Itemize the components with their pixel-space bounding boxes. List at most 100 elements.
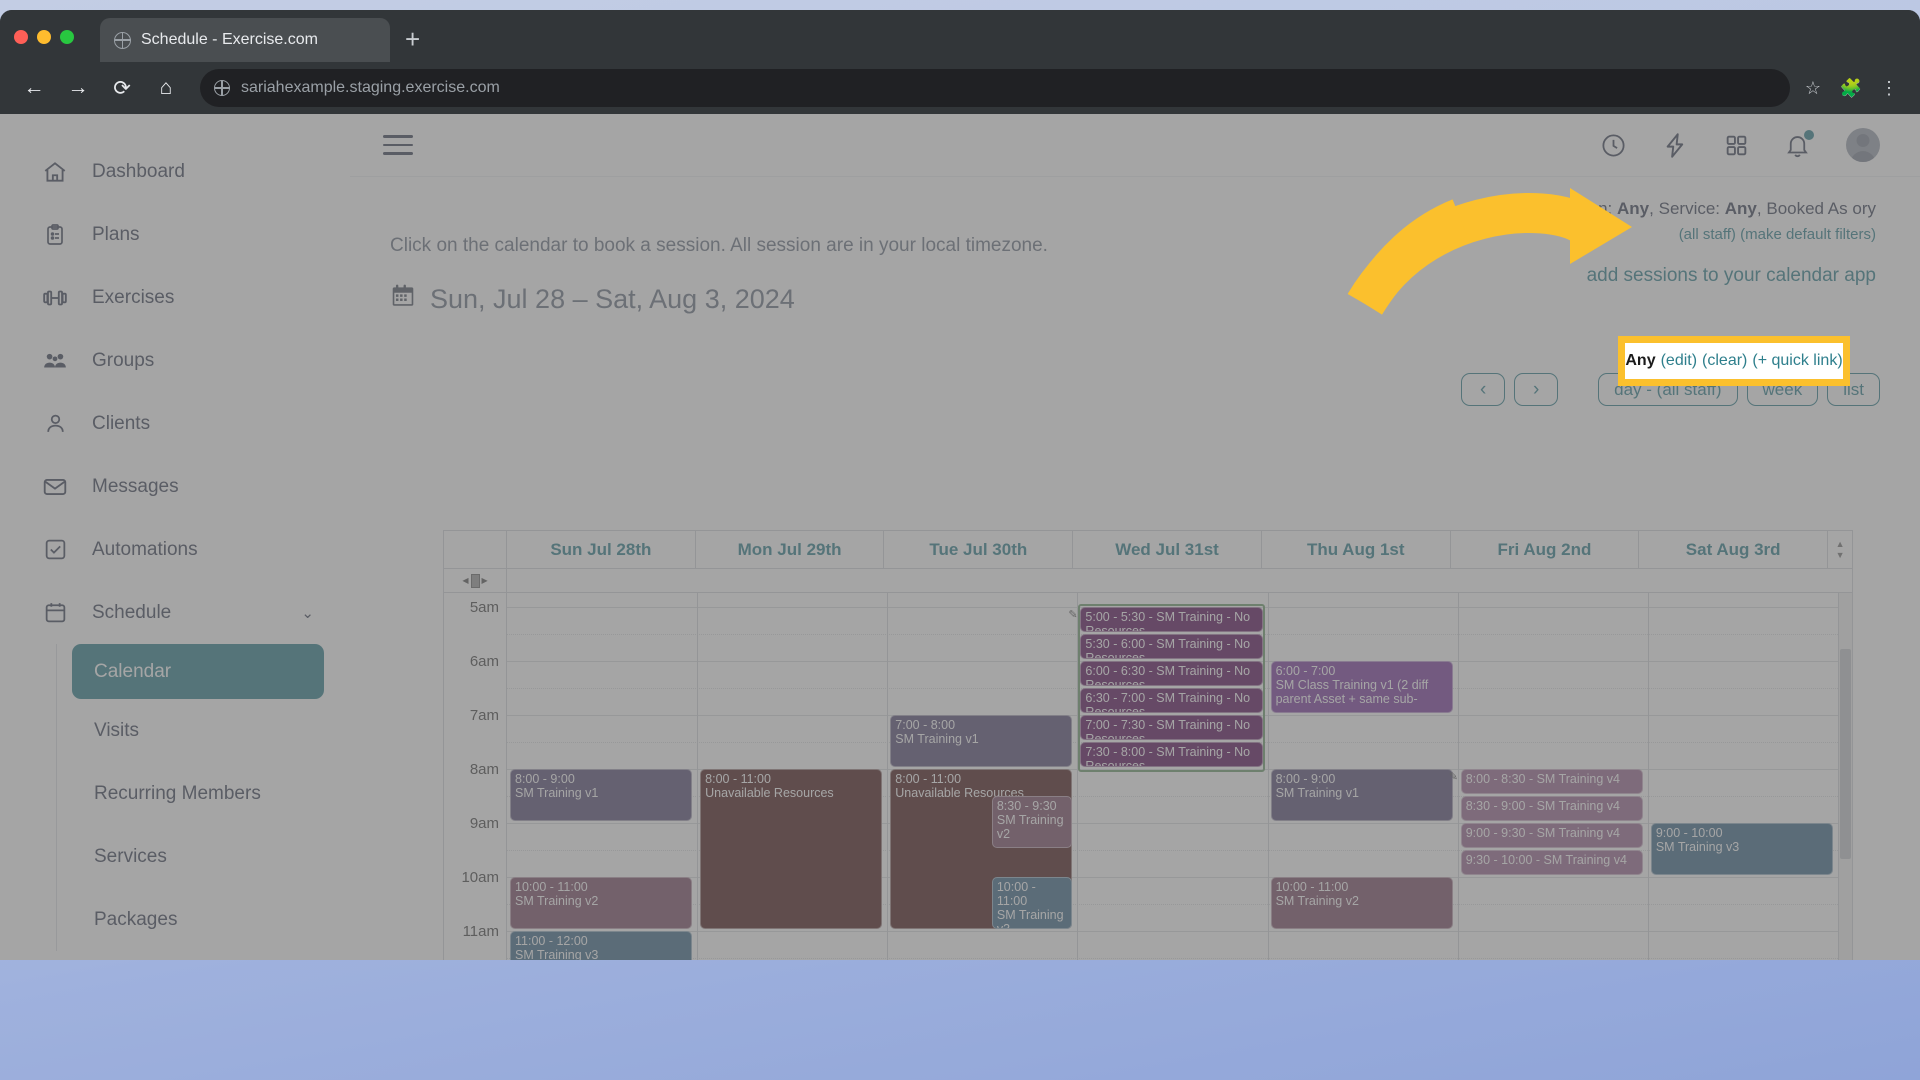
all-day-handle[interactable]: ◀ ▶ — [444, 569, 507, 592]
edit-filter-link[interactable]: (edit) — [1661, 352, 1697, 370]
all-day-row[interactable]: ◀ ▶ — [444, 569, 1852, 593]
clear-filter-link[interactable]: (clear) — [1702, 352, 1747, 370]
calendar-event[interactable]: 10:00 - 11:00 SM Training v3 — [991, 877, 1072, 929]
calendar-event[interactable]: 8:30 - 9:30 SM Training v2 — [991, 796, 1072, 848]
day-header-thu[interactable]: Thu Aug 1st — [1262, 531, 1451, 568]
day-header-tue[interactable]: Tue Jul 30th — [884, 531, 1074, 568]
sidebar-item-dashboard[interactable]: Dashboard — [0, 140, 350, 203]
sidebar-item-plans[interactable]: Plans — [0, 203, 350, 266]
calendar-event[interactable]: 8:00 - 11:00 Unavailable Resources — [700, 769, 883, 929]
calendar-corner-cell — [444, 531, 507, 568]
all-day-area[interactable] — [507, 569, 1852, 592]
calendar-event[interactable]: 11:00 - 12:00 SM Training v3 — [510, 931, 693, 960]
apps-grid-icon[interactable] — [1724, 133, 1749, 158]
calendar-event[interactable]: 7:00 - 8:00 SM Training v1 — [890, 715, 1073, 767]
sidebar-item-services[interactable]: Services — [0, 825, 350, 888]
hamburger-menu-icon[interactable] — [383, 135, 413, 155]
calendar-grid[interactable]: Sun Jul 28th Mon Jul 29th Tue Jul 30th W… — [443, 530, 1853, 960]
address-bar[interactable]: sariahexample.staging.exercise.com — [200, 69, 1790, 107]
all-staff-link[interactable]: (all staff) — [1679, 226, 1736, 243]
drag-handle[interactable] — [470, 573, 480, 588]
calendar-day-headers: Sun Jul 28th Mon Jul 29th Tue Jul 30th W… — [444, 531, 1852, 569]
sidebar-item-calendar[interactable]: Calendar — [72, 644, 324, 699]
people-icon — [40, 346, 70, 376]
highlight-any-value: Any — [1625, 352, 1656, 369]
new-tab-button[interactable]: + — [405, 26, 420, 52]
checkbox-icon — [40, 535, 70, 565]
user-avatar[interactable] — [1846, 128, 1880, 162]
minimize-window-button[interactable] — [37, 30, 51, 44]
window-controls[interactable] — [14, 30, 74, 44]
day-header-sat[interactable]: Sat Aug 3rd — [1639, 531, 1829, 568]
scroll-spinner[interactable]: ▲ ▼ — [1828, 531, 1852, 568]
filter-service-value: Any — [1724, 199, 1757, 218]
make-default-filters-link[interactable]: (make default filters) — [1740, 226, 1876, 243]
event-label: 9:00 - 9:30 - SM Training v4 — [1465, 826, 1620, 840]
forward-icon[interactable]: → — [60, 70, 96, 106]
calendar-event[interactable]: 9:00 - 9:30 - SM Training v4 — [1460, 823, 1643, 848]
browser-window: Schedule - Exercise.com + ← → ⟳ ⌂ sariah… — [0, 10, 1920, 960]
quick-link-link[interactable]: (+ quick link) — [1752, 352, 1842, 370]
bookmark-star-icon[interactable]: ☆ — [1798, 78, 1828, 99]
calendar-vertical-scrollbar[interactable] — [1838, 593, 1852, 960]
calendar-event[interactable]: 8:00 - 9:00 SM Training v1 — [1270, 769, 1453, 821]
day-header-fri[interactable]: Fri Aug 2nd — [1451, 531, 1640, 568]
event-label: 6:00 - 7:00 SM Class Training v1 (2 diff … — [1275, 664, 1429, 706]
browser-menu-icon[interactable]: ⋮ — [1874, 78, 1904, 99]
day-header-mon[interactable]: Mon Jul 29th — [696, 531, 885, 568]
chevron-right-icon[interactable]: ▶ — [482, 576, 488, 585]
topbar-actions — [1600, 128, 1880, 162]
chevron-down-icon[interactable]: ⌄ — [301, 604, 314, 622]
sidebar-item-groups[interactable]: Groups — [0, 329, 350, 392]
lightning-bolt-icon[interactable] — [1662, 132, 1689, 159]
back-icon[interactable]: ← — [16, 70, 52, 106]
sidebar-item-schedule[interactable]: Schedule ⌄ — [0, 581, 350, 644]
address-bar-url: sariahexample.staging.exercise.com — [241, 79, 500, 96]
calendar-day-columns[interactable]: 8:00 - 9:00 SM Training v1 10:00 - 11:00 SM… — [507, 593, 1838, 960]
day-header-wed[interactable]: Wed Jul 31st — [1073, 531, 1262, 568]
sidebar-item-exercises[interactable]: Exercises — [0, 266, 350, 329]
sidebar-item-packages[interactable]: Packages — [0, 888, 350, 951]
event-label: 8:30 - 9:30 SM Training v2 — [996, 799, 1064, 841]
sidebar-item-recurring-members[interactable]: Recurring Members — [0, 762, 350, 825]
sidebar-item-messages[interactable]: Messages — [0, 455, 350, 518]
calendar-event[interactable]: 9:00 - 10:00 SM Training v3 — [1650, 823, 1833, 875]
resource-group-outline — [1078, 604, 1265, 772]
home-icon[interactable]: ⌂ — [148, 70, 184, 106]
next-week-button[interactable]: › — [1514, 373, 1559, 406]
sidebar-item-clients[interactable]: Clients — [0, 392, 350, 455]
maximize-window-button[interactable] — [60, 30, 74, 44]
notification-badge-dot — [1804, 129, 1814, 140]
highlighted-filter-callout[interactable]: Any (edit) (clear) (+ quick link) — [1618, 336, 1850, 386]
calendar-event[interactable]: 9:30 - 10:00 - SM Training v4 — [1460, 850, 1643, 875]
close-window-button[interactable] — [14, 30, 28, 44]
scrollbar-thumb[interactable] — [1840, 649, 1851, 859]
hour-label: 5am — [469, 599, 499, 616]
calendar-body[interactable]: 5am6am7am8am9am10am11am12pm1pm2pm 8:00 -… — [444, 593, 1852, 960]
browser-tab[interactable]: Schedule - Exercise.com — [100, 18, 390, 62]
extensions-icon[interactable]: 🧩 — [1836, 78, 1866, 99]
sidebar-item-automations[interactable]: Automations — [0, 518, 350, 581]
event-label: 7:00 - 8:00 SM Training v1 — [895, 718, 979, 746]
clock-icon[interactable] — [1600, 132, 1627, 159]
day-header-sun[interactable]: Sun Jul 28th — [507, 531, 696, 568]
filter-location-label: Location: — [1543, 199, 1613, 218]
calendar-event[interactable]: 6:00 - 7:00 SM Class Training v1 (2 diff … — [1270, 661, 1453, 713]
notifications-bell-icon[interactable] — [1784, 129, 1814, 159]
edit-pencil-icon[interactable]: ✎ — [1068, 608, 1077, 621]
calendar-event[interactable]: 8:30 - 9:00 - SM Training v4 — [1460, 796, 1643, 821]
calendar-event[interactable]: 10:00 - 11:00 SM Training v2 — [510, 877, 693, 929]
chevron-left-icon[interactable]: ◀ — [462, 576, 468, 585]
calendar-event[interactable]: 8:00 - 8:30 - SM Training v4 — [1460, 769, 1643, 794]
calendar-event[interactable]: 10:00 - 11:00 SM Training v2 — [1270, 877, 1453, 929]
calendar-event[interactable]: 8:00 - 9:00 SM Training v1 — [510, 769, 693, 821]
hour-line — [507, 931, 1838, 932]
event-label: 8:30 - 9:00 - SM Training v4 — [1465, 799, 1620, 813]
sidebar-item-visits[interactable]: Visits — [0, 699, 350, 762]
prev-week-button[interactable]: ‹ — [1461, 373, 1506, 406]
reload-icon[interactable]: ⟳ — [104, 70, 140, 106]
sidebar-item-label: Messages — [92, 475, 179, 497]
browser-toolbar: ← → ⟳ ⌂ sariahexample.staging.exercise.c… — [0, 62, 1920, 114]
event-label: 11:00 - 12:00 SM Training v3 — [515, 934, 599, 960]
edit-pencil-icon[interactable]: ✎ — [1449, 770, 1458, 783]
